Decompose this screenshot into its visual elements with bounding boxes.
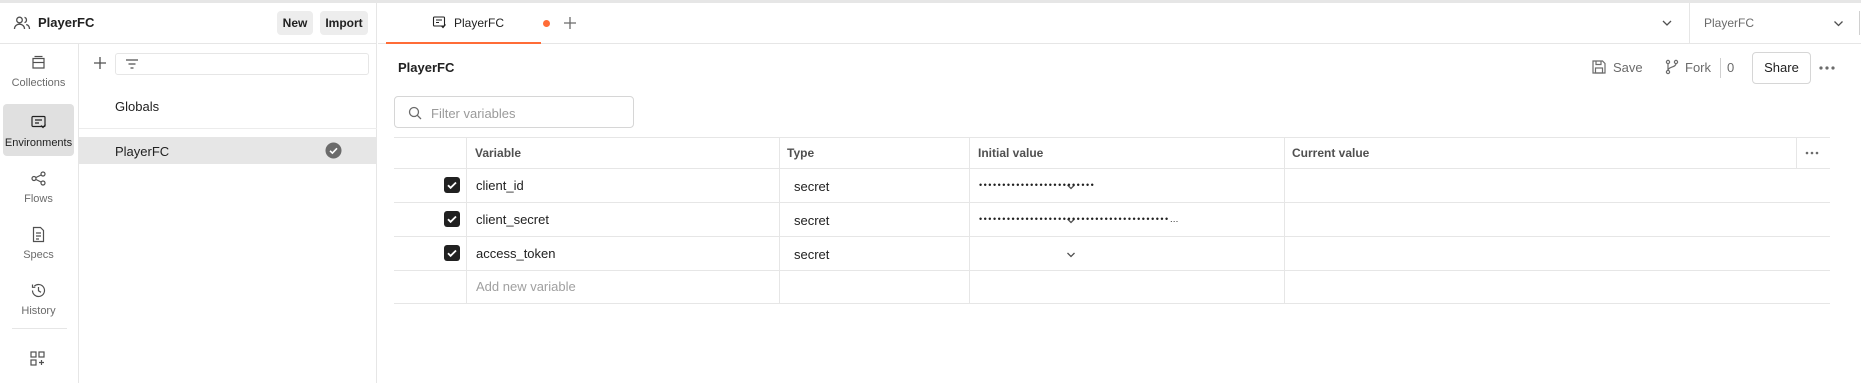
tab-list-chevron-down-icon[interactable] xyxy=(1660,16,1674,30)
column-header-variable: Variable xyxy=(475,146,522,160)
environment-selector-value: PlayerFC xyxy=(1704,16,1755,30)
rail-item-flows[interactable]: Flows xyxy=(3,160,74,212)
rail-item-label: Flows xyxy=(24,193,53,205)
import-button[interactable]: Import xyxy=(320,11,368,35)
rail-item-history[interactable]: History xyxy=(3,272,74,324)
page-title: PlayerFC xyxy=(398,60,455,75)
type-select[interactable]: secret xyxy=(794,213,829,228)
new-button[interactable]: New xyxy=(277,11,313,35)
rail-item-specs[interactable]: Specs xyxy=(3,216,74,268)
column-divider xyxy=(969,137,970,304)
fork-count: 0 xyxy=(1727,60,1735,75)
rail-item-label: Collections xyxy=(11,77,66,89)
type-select[interactable]: secret xyxy=(794,247,829,262)
unsaved-indicator xyxy=(543,20,550,27)
sidebar-item-label: Globals xyxy=(115,99,160,114)
chevron-down-icon[interactable] xyxy=(1066,250,1076,260)
environments-sidebar: Globals PlayerFC xyxy=(79,44,377,383)
table-border xyxy=(394,202,1830,203)
rail-item-environments[interactable]: Environments xyxy=(3,104,74,156)
workspace-header: PlayerFC New Import xyxy=(0,3,377,44)
row-enabled-checkbox[interactable] xyxy=(444,211,460,227)
filter-icon xyxy=(125,58,139,70)
save-button[interactable]: Save xyxy=(1591,58,1651,78)
check-circle-icon[interactable] xyxy=(325,142,342,159)
team-icon xyxy=(13,14,31,32)
row-enabled-checkbox[interactable] xyxy=(444,245,460,261)
environment-selector[interactable]: PlayerFC xyxy=(1689,3,1859,44)
rail-item-label: Specs xyxy=(23,249,54,261)
fork-icon xyxy=(1664,59,1680,75)
rail-divider xyxy=(12,328,67,329)
sidebar-item-label: PlayerFC xyxy=(115,144,170,159)
configure-workbench-icon[interactable] xyxy=(29,350,46,367)
tab-label: PlayerFC xyxy=(454,16,505,30)
tab-playerfc[interactable]: PlayerFC xyxy=(386,3,550,44)
environments-icon xyxy=(30,114,47,131)
fork-label: Fork xyxy=(1685,60,1711,75)
add-new-variable-input[interactable]: Add new variable xyxy=(476,279,576,294)
column-header-type: Type xyxy=(787,146,815,160)
variable-name-cell[interactable]: access_token xyxy=(476,246,556,261)
table-border xyxy=(394,270,1830,271)
filter-variables-field[interactable] xyxy=(394,96,634,128)
filter-variables-input[interactable] xyxy=(431,103,627,123)
share-button[interactable]: Share xyxy=(1752,52,1811,84)
initial-value-cell[interactable]: ••••••••••••••••••••••••• xyxy=(979,180,1279,190)
sidebar-item-globals[interactable]: Globals xyxy=(79,92,377,119)
column-divider xyxy=(466,137,467,304)
variables-table: Variable Type Initial value Current valu… xyxy=(394,137,1830,304)
flows-icon xyxy=(30,170,47,187)
new-tab-icon[interactable] xyxy=(561,14,579,32)
divider xyxy=(1859,11,1860,35)
column-divider xyxy=(1796,137,1797,168)
environment-tab-icon xyxy=(432,15,447,30)
save-label: Save xyxy=(1613,60,1643,75)
more-options-icon[interactable] xyxy=(1804,149,1820,157)
variable-name-cell[interactable]: client_id xyxy=(476,178,524,193)
collections-icon xyxy=(30,54,47,71)
sidebar-divider xyxy=(79,128,377,129)
sidebar-item-playerfc[interactable]: PlayerFC xyxy=(79,137,377,164)
row-enabled-checkbox[interactable] xyxy=(444,177,460,193)
search-icon xyxy=(408,106,422,120)
history-icon xyxy=(30,282,47,299)
rail-item-label: Environments xyxy=(4,137,73,149)
save-icon xyxy=(1591,59,1607,75)
tab-bar: PlayerFC PlayerFC xyxy=(378,3,1861,44)
column-divider xyxy=(1284,137,1285,304)
rail-item-label: History xyxy=(21,305,56,317)
sidebar-filter-input[interactable] xyxy=(115,53,369,75)
column-header-current-value: Current value xyxy=(1292,146,1370,160)
more-options-icon[interactable] xyxy=(1818,60,1836,76)
table-border xyxy=(394,137,1830,138)
variable-name-cell[interactable]: client_secret xyxy=(476,212,549,227)
create-environment-icon[interactable] xyxy=(90,53,110,73)
sidebar-rail: Collections Environments Flows Specs His… xyxy=(0,44,79,383)
specs-icon xyxy=(30,226,47,243)
table-border xyxy=(394,236,1830,237)
divider xyxy=(1720,58,1721,78)
column-divider xyxy=(779,137,780,304)
type-select[interactable]: secret xyxy=(794,179,829,194)
column-header-initial-value: Initial value xyxy=(978,146,1044,160)
rail-item-collections[interactable]: Collections xyxy=(3,44,74,96)
fork-button[interactable]: Fork xyxy=(1664,58,1714,78)
workspace-name[interactable]: PlayerFC xyxy=(38,15,94,30)
chevron-down-icon xyxy=(1832,17,1845,30)
table-border xyxy=(394,303,1830,304)
initial-value-cell[interactable]: ••••••••••••••••••••••••••••••••••••••••… xyxy=(979,214,1281,224)
